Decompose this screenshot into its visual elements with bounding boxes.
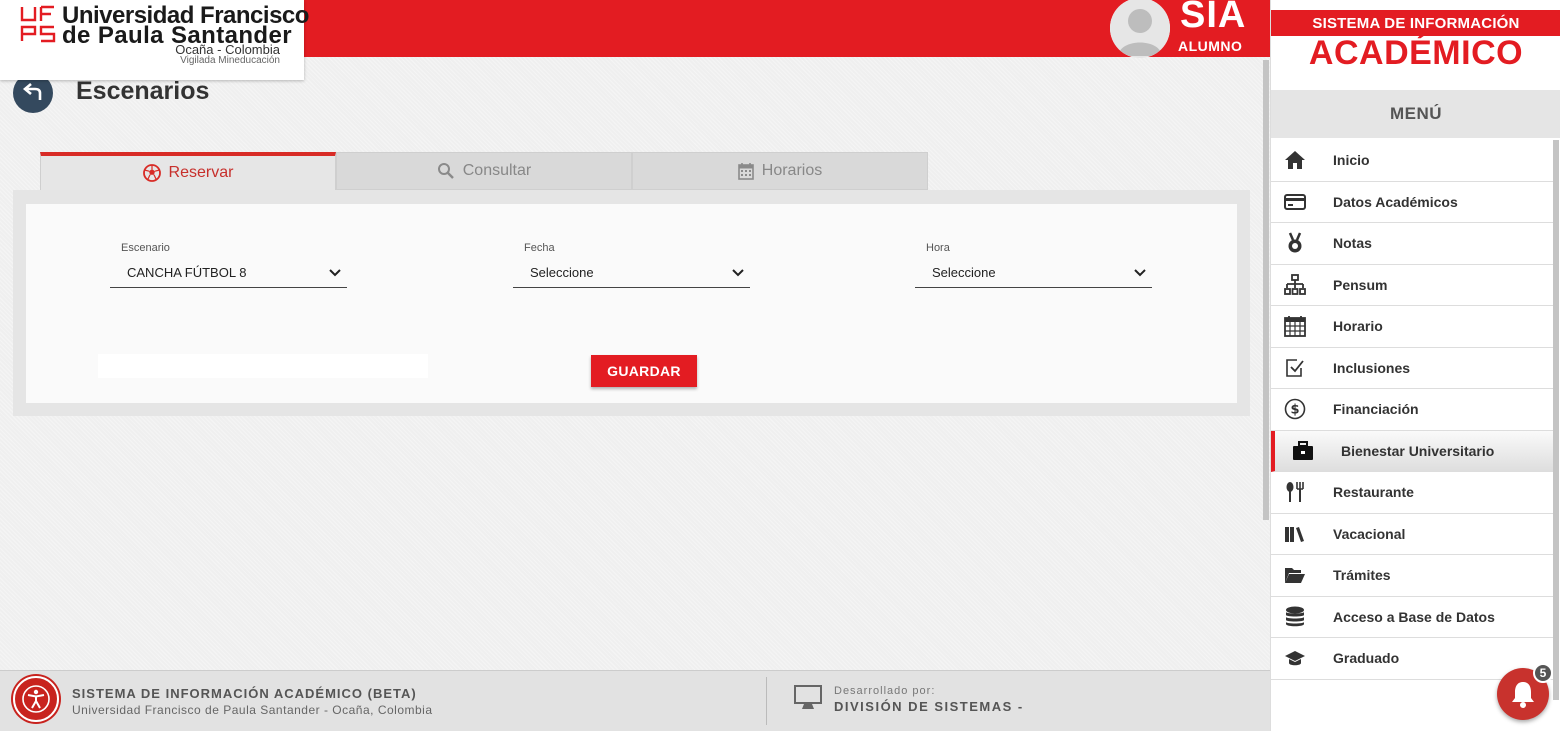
sidebar-header: SISTEMA DE INFORMACIÓN bbox=[1271, 10, 1560, 36]
save-button[interactable]: GUARDAR bbox=[591, 355, 697, 387]
sidebar-item-label: Trámites bbox=[1333, 567, 1391, 584]
bell-icon bbox=[1512, 682, 1534, 708]
soccer-ball-icon bbox=[142, 164, 161, 182]
sidebar-item-label: Pensum bbox=[1333, 276, 1388, 293]
sidebar-item-financiacion[interactable]: $ Financiación bbox=[1271, 389, 1556, 431]
ufps-logo-icon bbox=[20, 5, 58, 43]
tab-consultar[interactable]: Consultar bbox=[336, 152, 632, 190]
escenario-field: Escenario CANCHA FÚTBOL 8 bbox=[110, 242, 347, 288]
sidebar-item-label: Financiación bbox=[1333, 401, 1419, 418]
notification-count-badge: 5 bbox=[1533, 663, 1553, 683]
sidebar-item-horario[interactable]: Horario bbox=[1271, 306, 1556, 348]
sidebar-item-label: Notas bbox=[1333, 235, 1372, 252]
hora-label: Hora bbox=[926, 242, 950, 254]
tab-horarios[interactable]: Horarios bbox=[632, 152, 928, 190]
sidebar-item-pensum[interactable]: Pensum bbox=[1271, 264, 1556, 306]
sidebar-item-vacacional[interactable]: Vacacional bbox=[1271, 513, 1556, 555]
tab-reservar-label: Reservar bbox=[168, 164, 234, 181]
user-avatar[interactable] bbox=[1110, 0, 1170, 58]
sidebar-menu: Inicio Datos Académicos Notas Pensum Hor… bbox=[1271, 140, 1556, 680]
accessibility-icon bbox=[22, 685, 50, 713]
tab-horarios-label: Horarios bbox=[761, 162, 823, 179]
hora-field: Hora Seleccione bbox=[915, 242, 1152, 288]
fecha-label: Fecha bbox=[524, 242, 555, 254]
sidebar-item-label: Datos Académicos bbox=[1333, 193, 1458, 210]
sidebar-item-acceso-base-datos[interactable]: Acceso a Base de Datos bbox=[1271, 596, 1556, 638]
monitor-icon bbox=[794, 685, 822, 709]
graduation-cap-icon bbox=[1283, 646, 1307, 670]
svg-text:$: $ bbox=[1290, 403, 1299, 418]
main-scrollbar[interactable] bbox=[1263, 60, 1269, 520]
sidebar-item-inclusiones[interactable]: Inclusiones bbox=[1271, 347, 1556, 389]
sidebar-item-tramites[interactable]: Trámites bbox=[1271, 555, 1556, 597]
chevron-down-icon bbox=[329, 268, 341, 276]
sidebar-brand: ACADÉMICO bbox=[1308, 34, 1524, 72]
footer: SISTEMA DE INFORMACIÓN ACADÉMICO (BETA) … bbox=[0, 670, 1270, 731]
accessibility-button[interactable] bbox=[13, 676, 59, 722]
sidebar-item-label: Horario bbox=[1333, 318, 1383, 335]
footer-subtitle: Universidad Francisco de Paula Santander… bbox=[72, 703, 433, 717]
escenario-label: Escenario bbox=[121, 242, 170, 254]
tab-bar: Reservar Consultar Horarios bbox=[40, 152, 928, 190]
vigilada-label: Vigilada Mineducación bbox=[180, 55, 280, 66]
sidebar-item-label: Acceso a Base de Datos bbox=[1333, 608, 1495, 625]
menu-title: MENÚ bbox=[1271, 90, 1560, 138]
footer-divider bbox=[766, 677, 767, 725]
sidebar-item-notas[interactable]: Notas bbox=[1271, 223, 1556, 265]
folder-open-icon bbox=[1283, 563, 1307, 587]
dollar-circle-icon: $ bbox=[1283, 397, 1307, 421]
hora-select[interactable]: Seleccione bbox=[915, 258, 1152, 288]
escenario-value: CANCHA FÚTBOL 8 bbox=[127, 265, 247, 280]
escenario-select[interactable]: CANCHA FÚTBOL 8 bbox=[110, 258, 347, 288]
checkbox-icon bbox=[1283, 356, 1307, 380]
search-icon bbox=[437, 163, 454, 179]
credit-card-icon bbox=[1283, 190, 1307, 214]
calendar-grid-icon bbox=[1283, 314, 1307, 338]
hora-value: Seleccione bbox=[932, 265, 996, 280]
back-arrow-icon bbox=[22, 83, 42, 100]
utensils-icon bbox=[1283, 480, 1307, 504]
sidebar: SISTEMA DE INFORMACIÓN ACADÉMICO MENÚ In… bbox=[1270, 0, 1560, 731]
fecha-field: Fecha Seleccione bbox=[513, 242, 750, 288]
university-logo[interactable]: Universidad Francisco de Paula Santander… bbox=[0, 0, 309, 80]
sidebar-scrollbar[interactable] bbox=[1553, 140, 1559, 700]
calendar-icon bbox=[737, 163, 754, 180]
page-title: Escenarios bbox=[76, 77, 210, 105]
tab-reservar[interactable]: Reservar bbox=[40, 152, 336, 190]
sidebar-item-label: Inicio bbox=[1333, 152, 1370, 169]
sidebar-item-inicio[interactable]: Inicio bbox=[1271, 140, 1556, 182]
sidebar-item-label: Bienestar Universitario bbox=[1341, 442, 1495, 459]
user-silhouette-icon bbox=[1110, 0, 1170, 58]
sidebar-item-datos-academicos[interactable]: Datos Académicos bbox=[1271, 181, 1556, 223]
message-area bbox=[98, 354, 428, 378]
reservation-panel: Escenario CANCHA FÚTBOL 8 Fecha Seleccio… bbox=[13, 190, 1250, 416]
medal-icon bbox=[1283, 231, 1307, 255]
home-icon bbox=[1283, 148, 1307, 172]
sidebar-item-label: Vacacional bbox=[1333, 525, 1406, 542]
fecha-value: Seleccione bbox=[530, 265, 594, 280]
sidebar-item-label: Graduado bbox=[1333, 650, 1400, 667]
briefcase-icon bbox=[1291, 439, 1315, 463]
developer-name: DIVISIÓN DE SISTEMAS - bbox=[834, 699, 1024, 714]
developer-label: Desarrollado por: bbox=[834, 685, 936, 697]
chevron-down-icon bbox=[1134, 268, 1146, 276]
app-subtitle: ALUMNO bbox=[1178, 38, 1243, 54]
reservation-form: Escenario CANCHA FÚTBOL 8 Fecha Seleccio… bbox=[26, 204, 1237, 403]
app-title: SIA bbox=[1180, 0, 1247, 36]
sidebar-item-restaurante[interactable]: Restaurante bbox=[1271, 472, 1556, 514]
fecha-select[interactable]: Seleccione bbox=[513, 258, 750, 288]
chevron-down-icon bbox=[732, 268, 744, 276]
tab-consultar-label: Consultar bbox=[462, 162, 532, 179]
sidebar-item-bienestar-universitario[interactable]: Bienestar Universitario bbox=[1271, 430, 1556, 472]
footer-title: SISTEMA DE INFORMACIÓN ACADÉMICO (BETA) bbox=[72, 686, 417, 701]
database-icon bbox=[1283, 605, 1307, 629]
books-icon bbox=[1283, 522, 1307, 546]
sitemap-icon bbox=[1283, 273, 1307, 297]
sidebar-item-label: Inclusiones bbox=[1333, 359, 1411, 376]
sidebar-item-label: Restaurante bbox=[1333, 484, 1414, 501]
